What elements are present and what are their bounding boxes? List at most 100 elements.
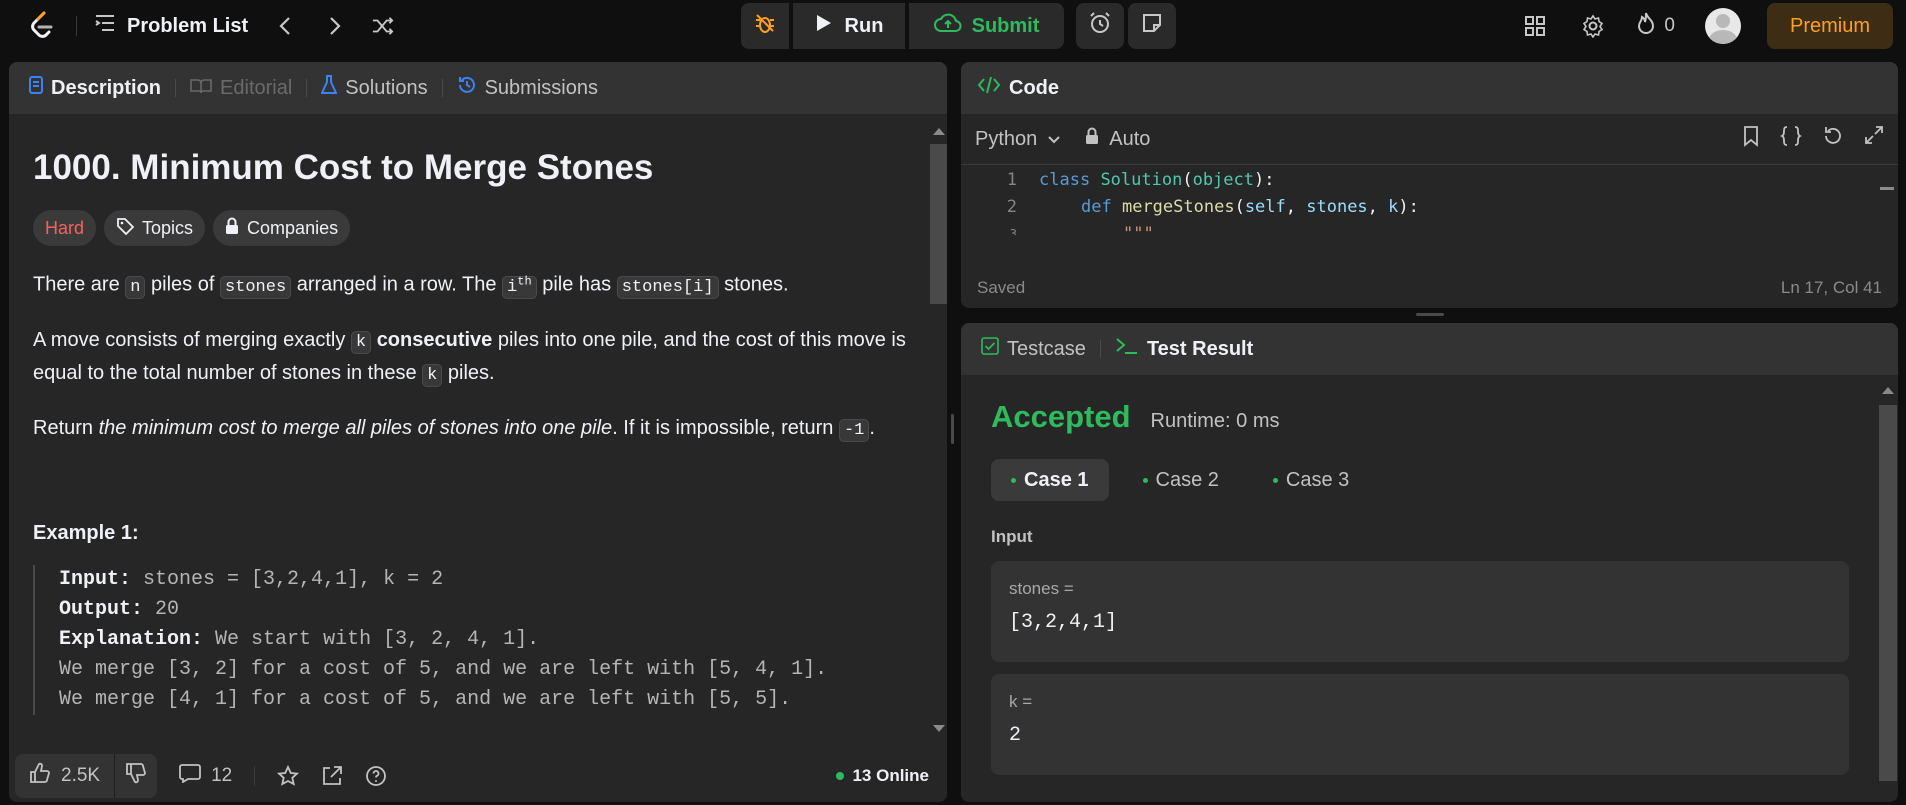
scroll-down-icon[interactable] [933, 725, 945, 732]
debug-button[interactable] [741, 3, 789, 49]
prev-problem-icon[interactable] [274, 15, 296, 37]
code-token: , [1285, 197, 1307, 217]
chevron-down-icon [1047, 128, 1061, 151]
pass-dot-icon [1011, 477, 1016, 483]
description-footer: 2.5K 12 13 Online [9, 750, 947, 802]
tab-description[interactable]: Description [29, 76, 161, 100]
result-status: Accepted Runtime: 0 ms [991, 399, 1876, 435]
example-line: We merge [3, 2] for a cost of 5, and we … [59, 657, 828, 681]
problem-title: 1000. Minimum Cost to Merge Stones [33, 148, 654, 187]
cursor-position: Ln 17, Col 41 [1780, 278, 1882, 297]
code-token: """ [1123, 224, 1154, 235]
language-select[interactable]: Python [975, 128, 1061, 151]
favorite-star-icon[interactable] [277, 765, 300, 787]
code-panel: Code Python Auto 1 class Solution(object… [961, 62, 1898, 308]
code-brackets-icon [977, 75, 1001, 101]
reset-icon[interactable] [1822, 125, 1844, 153]
timer-button[interactable] [1076, 3, 1124, 49]
tab-editorial[interactable]: Editorial [190, 77, 292, 100]
like-count: 2.5K [61, 765, 101, 786]
dislike-button[interactable] [115, 754, 157, 798]
case-label: Case 2 [1155, 468, 1219, 491]
comments-button[interactable]: 12 [179, 763, 232, 789]
expand-icon[interactable] [1864, 125, 1884, 153]
alarm-clock-icon [1088, 11, 1112, 41]
settings-gear-icon[interactable] [1580, 13, 1606, 39]
tab-solutions[interactable]: Solutions [320, 75, 428, 101]
book-icon [190, 77, 212, 100]
vertical-resize-handle[interactable] [951, 414, 954, 444]
tab-submissions[interactable]: Submissions [457, 75, 598, 101]
scroll-up-icon[interactable] [1882, 387, 1894, 394]
text: pile has [536, 273, 617, 296]
input-var-box: k = 2 [991, 674, 1849, 775]
fire-icon [1636, 11, 1656, 41]
format-braces-icon[interactable] [1779, 125, 1803, 153]
tab-test-result[interactable]: Test Result [1115, 336, 1253, 362]
scroll-thumb[interactable] [1879, 405, 1897, 781]
description-tabs: Description Editorial Solutions Submissi… [9, 62, 947, 114]
line-number: 1 [1006, 170, 1017, 190]
document-icon [29, 76, 43, 100]
notes-button[interactable] [1128, 3, 1176, 49]
share-icon[interactable] [321, 765, 343, 787]
text: . [869, 416, 875, 439]
code-token: , [1367, 197, 1389, 217]
next-problem-icon[interactable] [324, 15, 346, 37]
tag-icon [116, 217, 135, 240]
like-button[interactable]: 2.5K [15, 754, 114, 798]
case-tab-1[interactable]: Case 1 [991, 459, 1109, 501]
online-indicator: 13 Online [836, 766, 929, 786]
layout-grid-icon[interactable] [1522, 13, 1548, 39]
value: stones = [3,2,4,1], k = 2 [143, 567, 444, 591]
submit-button[interactable]: Submit [909, 3, 1064, 49]
streak-counter[interactable]: 0 [1636, 11, 1675, 41]
scroll-up-icon[interactable] [933, 128, 945, 135]
panel-resize-handle[interactable] [1416, 313, 1444, 316]
tab-label: Submissions [484, 76, 598, 99]
vote-group: 2.5K [15, 754, 158, 798]
runtime-label: Runtime: 0 ms [1150, 410, 1280, 432]
result-scrollbar[interactable] [1876, 383, 1897, 783]
paragraph-2: A move consists of merging exactly k con… [33, 325, 913, 391]
case-tab-2[interactable]: Case 2 [1123, 459, 1239, 501]
leetcode-logo-icon[interactable] [26, 11, 56, 41]
chip-label: Companies [247, 217, 339, 238]
tab-code[interactable]: Code [977, 75, 1059, 101]
problem-list-button[interactable]: Problem List [95, 14, 248, 38]
tab-label: Description [51, 76, 162, 99]
case-tab-3[interactable]: Case 3 [1253, 459, 1369, 501]
online-dot-icon [836, 772, 845, 780]
code-token: Solution [1100, 170, 1183, 190]
tab-testcase[interactable]: Testcase [981, 337, 1086, 361]
topics-chip[interactable]: Topics [104, 210, 206, 246]
chip-label: Topics [142, 217, 194, 238]
var-name: k = [1009, 692, 1033, 711]
inline-code: k [350, 330, 372, 354]
avatar[interactable] [1705, 8, 1741, 44]
code-token: ( [1182, 170, 1193, 190]
bold-text: consecutive [376, 328, 493, 351]
code-line: 3 """ [961, 221, 1154, 235]
tab-divider [306, 79, 308, 97]
tab-divider [1099, 340, 1101, 358]
description-scrollbar[interactable] [927, 124, 947, 736]
scroll-thumb[interactable] [930, 144, 947, 304]
auto-mode-toggle[interactable]: Auto [1085, 127, 1150, 151]
premium-button[interactable]: Premium [1767, 3, 1893, 49]
mode-label: Auto [1109, 127, 1151, 150]
shuffle-icon[interactable] [372, 15, 394, 37]
tab-label: Editorial [220, 76, 293, 99]
problem-list-label: Problem List [127, 14, 249, 37]
run-button[interactable]: Run [793, 3, 905, 49]
code-line: 1 class Solution(object): [961, 167, 1275, 194]
tab-label: Testcase [1007, 337, 1086, 360]
inline-code: stones [219, 275, 292, 299]
label: Explanation: [59, 627, 204, 651]
help-icon[interactable] [365, 765, 387, 787]
text: piles of [145, 273, 220, 296]
companies-chip[interactable]: Companies [213, 210, 351, 246]
code-editor[interactable]: 1 class Solution(object): 2 def mergeSto… [961, 165, 1898, 241]
bookmark-icon[interactable] [1742, 125, 1760, 153]
code-toolbar: Python Auto [961, 114, 1898, 165]
